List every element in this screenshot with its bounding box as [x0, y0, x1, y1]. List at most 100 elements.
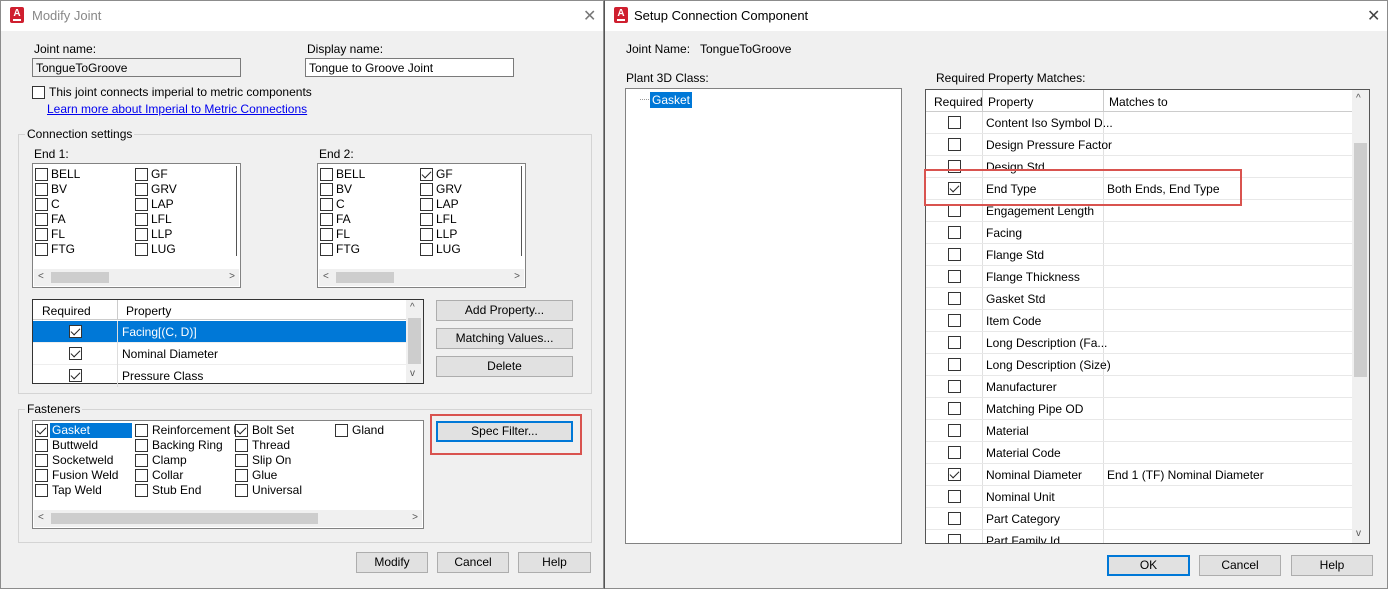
match-row[interactable]: Facing: [926, 222, 1353, 244]
match-row[interactable]: Design Pressure Factor: [926, 134, 1353, 156]
property-row[interactable]: Nominal Diameter: [33, 343, 407, 365]
required-checkbox[interactable]: [948, 512, 961, 525]
required-checkbox[interactable]: [948, 138, 961, 151]
scroll-thumb[interactable]: [51, 513, 318, 524]
required-checkbox[interactable]: [948, 402, 961, 415]
checkbox-slip-on[interactable]: [235, 454, 248, 467]
checkbox-lap[interactable]: [135, 198, 148, 211]
fasteners-hscrollbar[interactable]: < >: [34, 510, 422, 527]
checkbox-fl[interactable]: [320, 228, 333, 241]
cancel-button[interactable]: Cancel: [437, 552, 509, 573]
scroll-left-icon[interactable]: <: [38, 512, 44, 523]
checkbox-thread[interactable]: [235, 439, 248, 452]
required-checkbox[interactable]: [948, 248, 961, 261]
required-checkbox[interactable]: [948, 292, 961, 305]
end1-list[interactable]: BELL BV C FA FL FTG GF GRV LAP LFL LLP LUG < >: [32, 163, 241, 288]
class-tree[interactable]: Gasket: [625, 88, 902, 544]
match-row[interactable]: Material Code: [926, 442, 1353, 464]
checkbox-gf[interactable]: [135, 168, 148, 181]
scroll-thumb[interactable]: [336, 272, 394, 283]
match-row[interactable]: Gasket Std: [926, 288, 1353, 310]
match-row[interactable]: Flange Std: [926, 244, 1353, 266]
property-table-vscrollbar[interactable]: ^ v: [406, 300, 423, 383]
checkbox-collar[interactable]: [135, 469, 148, 482]
required-checkbox[interactable]: [948, 534, 961, 543]
joint-name-field[interactable]: TongueToGroove: [32, 58, 241, 77]
checkbox-lap[interactable]: [420, 198, 433, 211]
checkbox-grv[interactable]: [135, 183, 148, 196]
modify-button[interactable]: Modify: [356, 552, 428, 573]
property-row[interactable]: Pressure Class: [33, 365, 407, 387]
scroll-up-icon[interactable]: ^: [410, 302, 415, 313]
checkbox-fa[interactable]: [320, 213, 333, 226]
fasteners-list[interactable]: Gasket Buttweld Socketweld Fusion Weld Tap W…: [32, 420, 424, 529]
delete-button[interactable]: Delete: [436, 356, 573, 377]
checkbox-c[interactable]: [320, 198, 333, 211]
checkbox-fl[interactable]: [35, 228, 48, 241]
required-checkbox[interactable]: [948, 490, 961, 503]
checkbox-bolt-set[interactable]: [235, 424, 248, 437]
checkbox-bv[interactable]: [320, 183, 333, 196]
match-row[interactable]: Part Category: [926, 508, 1353, 530]
cancel-button[interactable]: Cancel: [1199, 555, 1281, 576]
checkbox-lug[interactable]: [420, 243, 433, 256]
required-checkbox[interactable]: [948, 226, 961, 239]
required-checkbox[interactable]: [948, 314, 961, 327]
match-row[interactable]: Manufacturer: [926, 376, 1353, 398]
required-checkbox[interactable]: [948, 270, 961, 283]
match-row[interactable]: Content Iso Symbol D...: [926, 112, 1353, 134]
scroll-thumb[interactable]: [1354, 143, 1367, 377]
checkbox-bell[interactable]: [35, 168, 48, 181]
match-row[interactable]: Flange Thickness: [926, 266, 1353, 288]
checkbox-lfl[interactable]: [420, 213, 433, 226]
checkbox-glue[interactable]: [235, 469, 248, 482]
match-row[interactable]: Long Description (Fa...: [926, 332, 1353, 354]
checkbox-bv[interactable]: [35, 183, 48, 196]
match-row[interactable]: Item Code: [926, 310, 1353, 332]
help-button[interactable]: Help: [518, 552, 591, 573]
matching-values-button[interactable]: Matching Values...: [436, 328, 573, 349]
checkbox-grv[interactable]: [420, 183, 433, 196]
imperial-metric-checkbox[interactable]: [32, 86, 45, 99]
add-property-button[interactable]: Add Property...: [436, 300, 573, 321]
checkbox-ftg[interactable]: [35, 243, 48, 256]
checkbox-llp[interactable]: [420, 228, 433, 241]
checkbox-reinforcement-r[interactable]: [135, 424, 148, 437]
match-row[interactable]: Long Description (Size): [926, 354, 1353, 376]
checkbox-buttweld[interactable]: [35, 439, 48, 452]
scroll-right-icon[interactable]: >: [514, 271, 520, 282]
property-table[interactable]: Required Property Facing[(C, D)] Nominal …: [32, 299, 424, 387]
match-row[interactable]: Nominal Unit: [926, 486, 1353, 508]
required-checkbox[interactable]: [948, 424, 961, 437]
checkbox-fusion-weld[interactable]: [35, 469, 48, 482]
checkbox-socketweld[interactable]: [35, 454, 48, 467]
close-icon[interactable]: ✕: [583, 6, 596, 26]
checkbox-lfl[interactable]: [135, 213, 148, 226]
match-row[interactable]: Nominal Diameter End 1 (TF) Nominal Diame…: [926, 464, 1353, 486]
help-button[interactable]: Help: [1291, 555, 1373, 576]
required-checkbox[interactable]: [69, 369, 82, 382]
tree-item-gasket[interactable]: Gasket: [650, 92, 693, 108]
scroll-up-icon[interactable]: ^: [1356, 93, 1361, 104]
checkbox-stub-end[interactable]: [135, 484, 148, 497]
required-checkbox[interactable]: [948, 380, 961, 393]
scroll-left-icon[interactable]: <: [323, 271, 329, 282]
match-row[interactable]: Matching Pipe OD: [926, 398, 1353, 420]
scroll-down-icon[interactable]: v: [1356, 528, 1361, 539]
required-checkbox[interactable]: [948, 116, 961, 129]
required-checkbox[interactable]: [69, 325, 82, 338]
checkbox-ftg[interactable]: [320, 243, 333, 256]
checkbox-bell[interactable]: [320, 168, 333, 181]
close-icon[interactable]: ✕: [1367, 6, 1380, 26]
checkbox-fa[interactable]: [35, 213, 48, 226]
required-checkbox[interactable]: [948, 358, 961, 371]
checkbox-universal[interactable]: [235, 484, 248, 497]
checkbox-llp[interactable]: [135, 228, 148, 241]
required-checkbox[interactable]: [69, 347, 82, 360]
checkbox-gland[interactable]: [335, 424, 348, 437]
ok-button[interactable]: OK: [1107, 555, 1190, 576]
matches-vscrollbar[interactable]: ^ v: [1352, 90, 1369, 543]
required-matches-table[interactable]: Required Property Matches to Content Iso…: [925, 89, 1370, 544]
match-row[interactable]: Material: [926, 420, 1353, 442]
scroll-right-icon[interactable]: >: [229, 271, 235, 282]
